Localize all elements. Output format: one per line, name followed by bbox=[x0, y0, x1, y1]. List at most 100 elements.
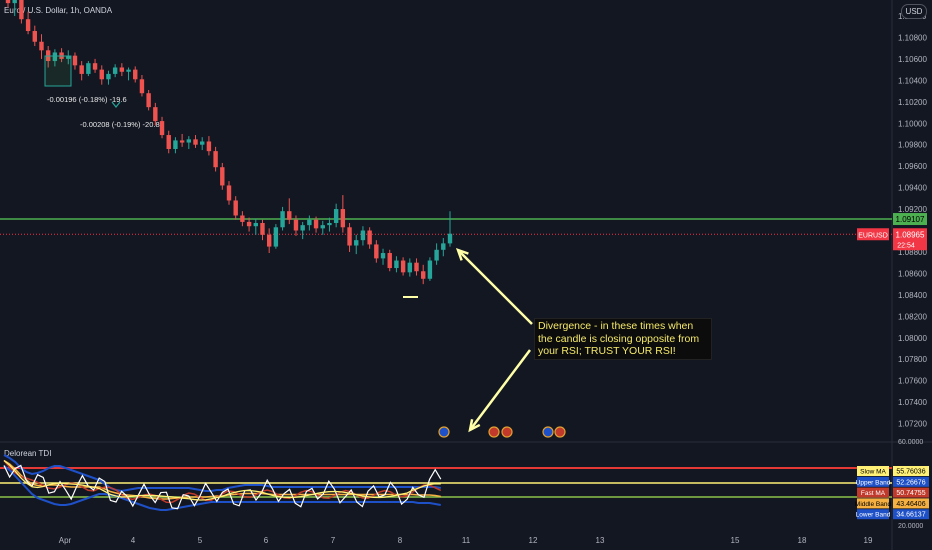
arrow-to-rsi bbox=[469, 349, 531, 431]
candle-body bbox=[139, 79, 145, 94]
candle-body bbox=[126, 69, 131, 72]
symbol-tag-label: EURUSD bbox=[858, 232, 888, 239]
y-tick-label: 1.10800 bbox=[898, 33, 927, 42]
y-tick-label: 1.08600 bbox=[898, 269, 927, 278]
legend-value: 43.46406 bbox=[896, 501, 925, 508]
y-tick-label: 1.07200 bbox=[898, 420, 927, 429]
candle-body bbox=[153, 107, 158, 122]
candle-body bbox=[374, 244, 379, 259]
price-tag-value: 1.08965 bbox=[896, 230, 925, 239]
x-tick-label: 15 bbox=[731, 536, 740, 545]
legend-value: 52.26676 bbox=[896, 479, 925, 486]
x-tick-label: 7 bbox=[331, 536, 336, 545]
candle-body bbox=[427, 260, 433, 279]
y-tick-label: 1.09800 bbox=[898, 141, 927, 150]
candle-body bbox=[354, 240, 359, 246]
legend-value: 55.76036 bbox=[896, 469, 925, 476]
y-tick-label: 1.09200 bbox=[898, 205, 927, 214]
event-flag-icon[interactable] bbox=[438, 426, 450, 438]
legend-value: 34.66137 bbox=[896, 512, 925, 519]
legend-name: Slow MA bbox=[860, 469, 886, 476]
candle-body bbox=[193, 139, 198, 145]
candle-body bbox=[407, 262, 413, 273]
candle-body bbox=[434, 249, 439, 261]
chart-canvas[interactable]: 1.110001.108001.106001.104001.102001.100… bbox=[0, 0, 932, 550]
divergence-annotation: Divergence - in these times when the can… bbox=[534, 318, 712, 360]
x-tick-label: 12 bbox=[529, 536, 538, 545]
candle-body bbox=[79, 65, 84, 74]
y-tick-label: 1.08400 bbox=[898, 291, 927, 300]
legend-value: 50.74755 bbox=[896, 490, 925, 497]
candle-body bbox=[12, 0, 17, 4]
x-tick-label: Apr bbox=[59, 536, 72, 545]
x-tick-label: 13 bbox=[596, 536, 605, 545]
candle-body bbox=[226, 185, 232, 201]
candle-body bbox=[220, 167, 225, 186]
measurement-label: -0.00208 (-0.19%) -20.8 bbox=[80, 120, 160, 129]
legend-name: Middle Band bbox=[855, 501, 892, 508]
candle-body bbox=[213, 151, 218, 168]
candle-body bbox=[173, 140, 178, 149]
candle-body bbox=[320, 225, 325, 229]
candle-body bbox=[287, 211, 292, 220]
legend-name: Upper Band bbox=[856, 479, 891, 486]
upper-band-line bbox=[3, 454, 441, 493]
candle-body bbox=[246, 221, 252, 227]
candle-body bbox=[200, 141, 205, 145]
candle-body bbox=[447, 233, 453, 244]
candle-body bbox=[233, 200, 238, 216]
candle-body bbox=[5, 0, 11, 4]
x-tick-label: 6 bbox=[264, 536, 269, 545]
candle-body bbox=[307, 219, 312, 226]
candle-body bbox=[280, 211, 285, 228]
legend-name: Lower Band bbox=[856, 512, 891, 519]
candle-body bbox=[266, 234, 272, 247]
candle-body bbox=[92, 63, 98, 70]
price-tag-countdown: 22:54 bbox=[897, 242, 915, 249]
event-flag-icon[interactable] bbox=[488, 426, 500, 438]
x-tick-label: 11 bbox=[462, 536, 471, 545]
y-tick-label: 1.10200 bbox=[898, 98, 927, 107]
candle-body bbox=[394, 260, 399, 269]
x-tick-label: 4 bbox=[131, 536, 136, 545]
candle-body bbox=[106, 73, 111, 80]
candle-body bbox=[112, 67, 118, 74]
y-tick-label: 1.07800 bbox=[898, 355, 927, 364]
candle-body bbox=[253, 222, 258, 227]
arrow-to-price bbox=[457, 249, 533, 325]
candle-body bbox=[179, 140, 185, 143]
candle-body bbox=[186, 139, 192, 143]
candle-body bbox=[333, 209, 339, 223]
event-flag-icon[interactable] bbox=[501, 426, 513, 438]
currency-button[interactable]: USD bbox=[901, 4, 927, 19]
candle-body bbox=[159, 121, 165, 136]
candle-body bbox=[240, 215, 245, 222]
y-tick-label: 1.09600 bbox=[898, 162, 927, 171]
y-tick-label: 1.09400 bbox=[898, 184, 927, 193]
candle-body bbox=[421, 271, 426, 279]
candle-body bbox=[260, 222, 265, 235]
candle-body bbox=[360, 230, 366, 241]
candle-body bbox=[380, 253, 386, 259]
legend-name: Fast MA bbox=[861, 490, 886, 497]
x-tick-label: 19 bbox=[864, 536, 873, 545]
indicator-axis-label: 20.0000 bbox=[898, 523, 923, 530]
candle-body bbox=[300, 225, 305, 231]
x-tick-label: 18 bbox=[798, 536, 807, 545]
event-flag-icon[interactable] bbox=[542, 426, 554, 438]
y-tick-label: 1.10000 bbox=[898, 119, 927, 128]
candle-body bbox=[367, 230, 372, 245]
candle-body bbox=[25, 19, 31, 32]
candle-body bbox=[273, 227, 279, 247]
x-tick-label: 8 bbox=[398, 536, 403, 545]
y-tick-label: 1.10600 bbox=[898, 55, 927, 64]
y-tick-label: 1.07400 bbox=[898, 398, 927, 407]
candle-body bbox=[72, 55, 78, 66]
y-tick-label: 1.10400 bbox=[898, 76, 927, 85]
candle-body bbox=[441, 243, 446, 250]
event-flag-icon[interactable] bbox=[554, 426, 566, 438]
candle-body bbox=[119, 67, 125, 72]
support-line-value: 1.09107 bbox=[896, 215, 925, 224]
candle-body bbox=[340, 209, 346, 228]
x-tick-label: 5 bbox=[198, 536, 203, 545]
